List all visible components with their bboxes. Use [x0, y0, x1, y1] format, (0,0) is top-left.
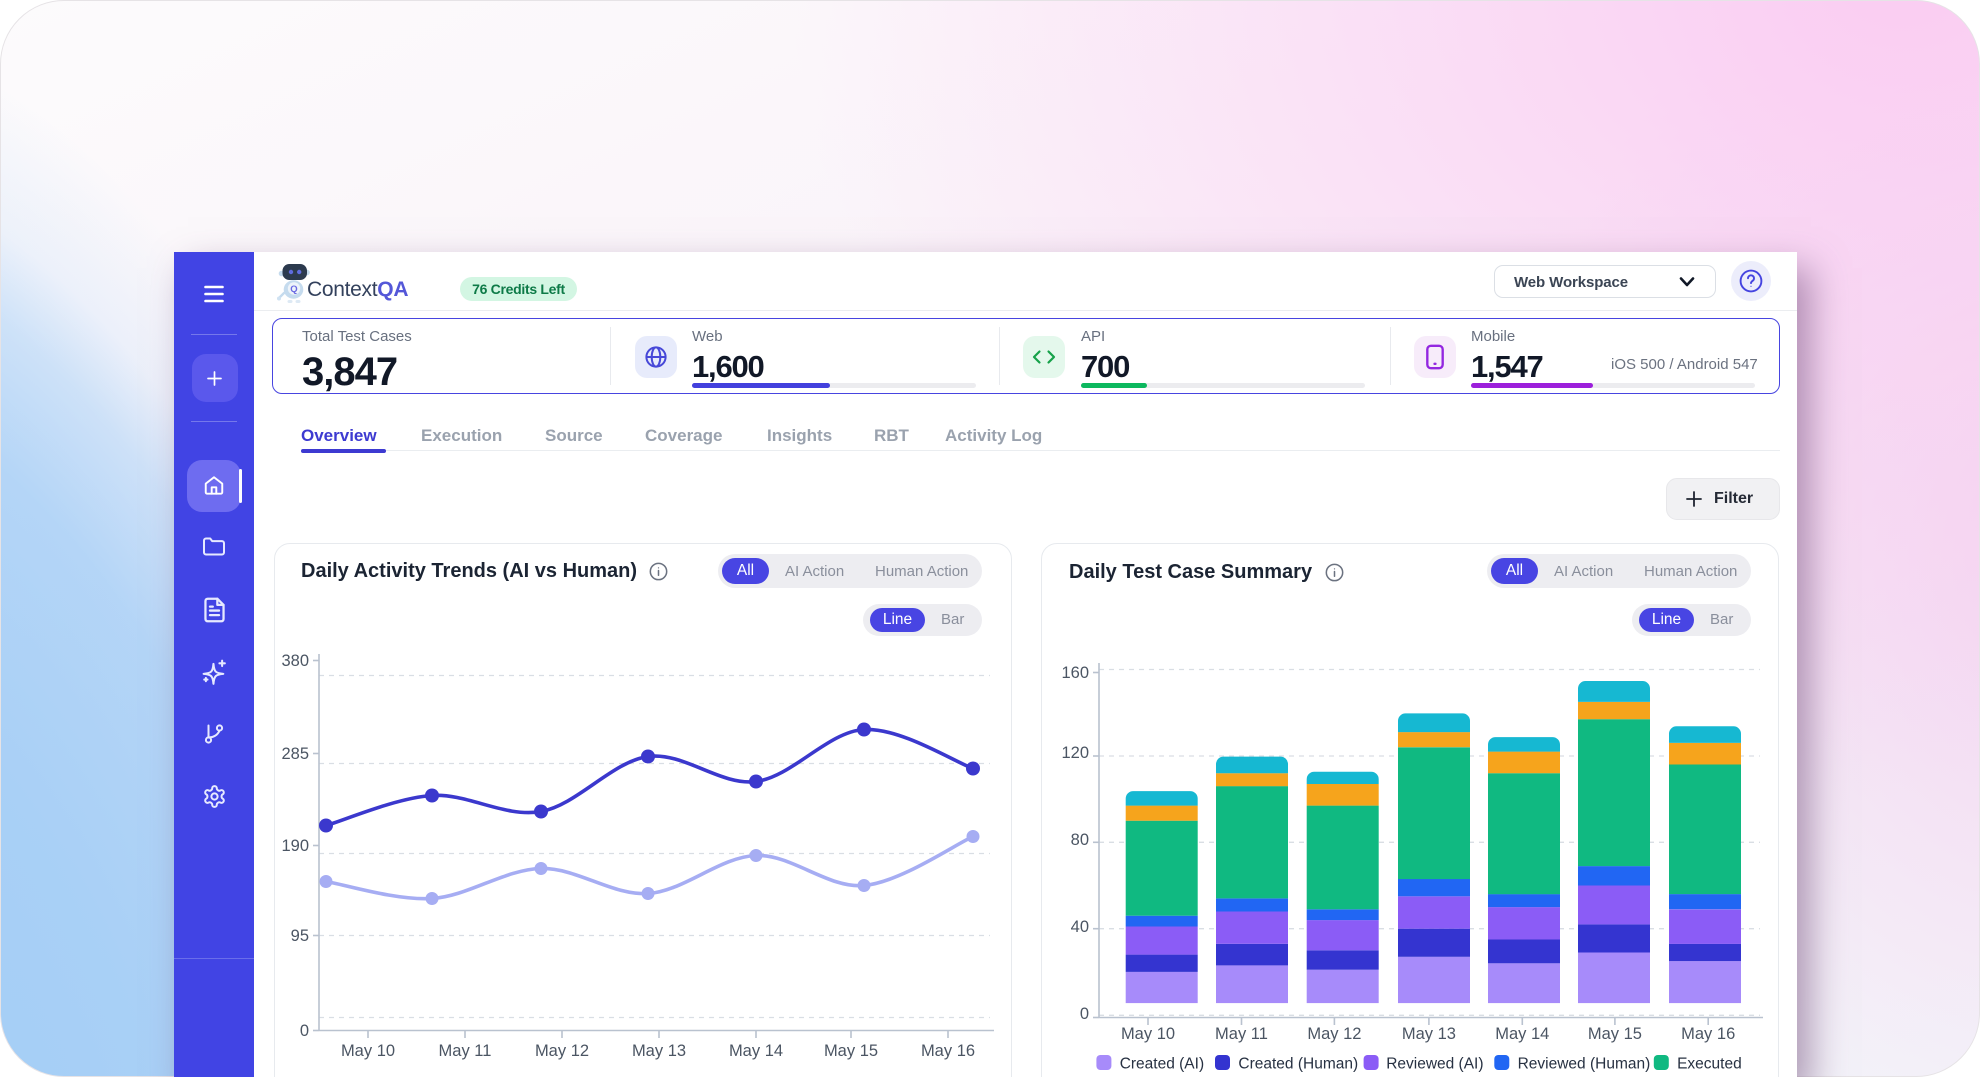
svg-text:May 13: May 13	[1402, 1025, 1456, 1043]
svg-text:80: 80	[1071, 831, 1089, 849]
svg-text:May 13: May 13	[632, 1042, 686, 1060]
svg-text:Q: Q	[290, 284, 297, 295]
svg-text:0: 0	[1080, 1005, 1089, 1023]
svg-text:May 14: May 14	[729, 1042, 783, 1060]
svg-text:Executed: Executed	[1677, 1056, 1742, 1073]
svg-text:May 10: May 10	[341, 1042, 395, 1060]
svg-text:May 10: May 10	[1121, 1025, 1175, 1043]
svg-text:Created (AI): Created (AI)	[1120, 1056, 1204, 1073]
svg-text:May 15: May 15	[1588, 1025, 1642, 1043]
svg-text:190: 190	[281, 837, 309, 855]
svg-text:Reviewed (Human): Reviewed (Human)	[1518, 1056, 1651, 1073]
svg-text:May 11: May 11	[1215, 1025, 1268, 1043]
svg-text:May 16: May 16	[921, 1042, 975, 1060]
svg-text:380: 380	[281, 652, 309, 670]
svg-text:120: 120	[1061, 744, 1089, 762]
svg-text:May 14: May 14	[1495, 1025, 1549, 1043]
svg-text:Reviewed (AI): Reviewed (AI)	[1386, 1056, 1483, 1073]
svg-text:Created (Human): Created (Human)	[1238, 1056, 1358, 1073]
svg-text:May 11: May 11	[439, 1042, 492, 1060]
svg-text:0: 0	[300, 1022, 309, 1040]
svg-text:May 12: May 12	[535, 1042, 589, 1060]
svg-text:95: 95	[291, 927, 309, 945]
svg-text:285: 285	[281, 745, 309, 763]
svg-text:40: 40	[1071, 918, 1089, 936]
svg-text:May 15: May 15	[824, 1042, 878, 1060]
svg-text:May 12: May 12	[1307, 1025, 1361, 1043]
svg-text:May 16: May 16	[1681, 1025, 1735, 1043]
svg-text:160: 160	[1061, 664, 1089, 682]
